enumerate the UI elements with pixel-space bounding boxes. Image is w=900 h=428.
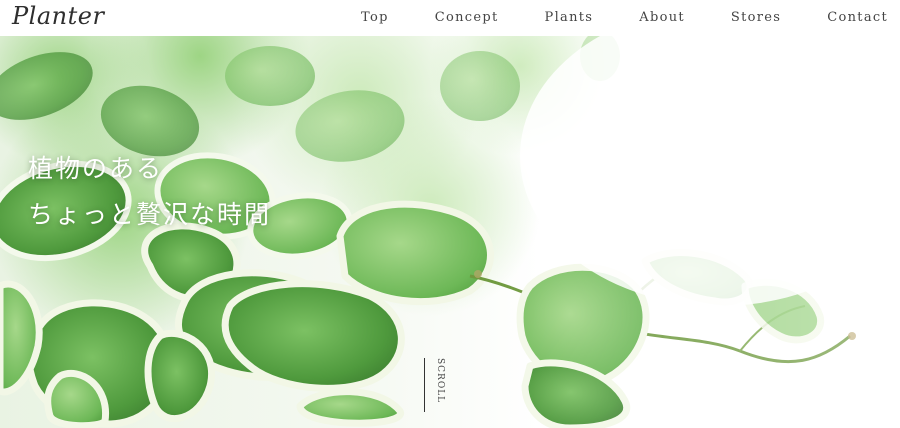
nav-contact[interactable]: Contact (827, 10, 888, 25)
site-logo[interactable]: Planter (12, 2, 104, 30)
hero-section: 植物のある ちょっと贅沢な時間 SCROLL (0, 36, 900, 428)
global-nav: Top Concept Plants About Stores Contact (315, 10, 888, 25)
catchcopy-line1: 植物のある (28, 154, 164, 183)
page: Planter Top Concept Plants About Stores … (0, 0, 900, 428)
hero-catchcopy: 植物のある ちょっと贅沢な時間 (28, 146, 271, 238)
nav-concept[interactable]: Concept (435, 10, 499, 25)
nav-stores[interactable]: Stores (731, 10, 781, 25)
scroll-line (424, 358, 425, 412)
catchcopy-line2: ちょっと贅沢な時間 (28, 200, 272, 229)
scroll-indicator[interactable]: SCROLL (423, 358, 453, 414)
nav-top[interactable]: Top (361, 10, 389, 25)
scroll-label: SCROLL (435, 358, 445, 404)
site-header: Planter Top Concept Plants About Stores … (0, 0, 900, 36)
nav-about[interactable]: About (639, 10, 685, 25)
nav-plants[interactable]: Plants (545, 10, 594, 25)
